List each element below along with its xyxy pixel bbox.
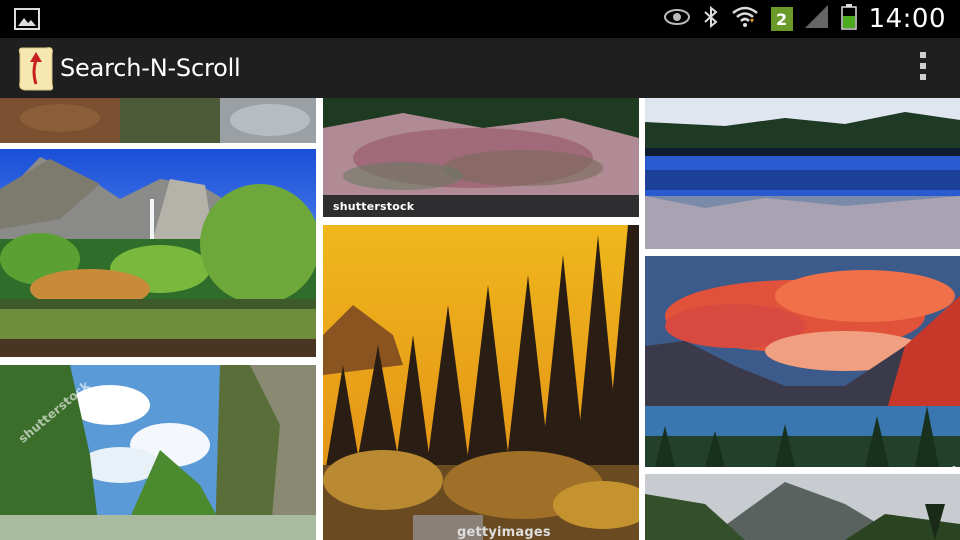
gallery-notification-icon <box>14 8 40 34</box>
action-bar: Search-N-Scroll <box>0 38 960 98</box>
wifi-icon <box>731 5 759 33</box>
battery-icon <box>840 4 857 34</box>
image-tile-blue-lake[interactable] <box>645 98 960 249</box>
signal-icon <box>804 5 829 33</box>
image-tile-yosemite[interactable] <box>0 149 316 357</box>
app-logo-icon[interactable] <box>18 44 54 96</box>
overflow-menu-icon[interactable] <box>916 52 930 86</box>
image-tile-autumn-forest[interactable]: gettyimages <box>323 225 639 540</box>
watermark-label: shutterstock <box>333 200 415 213</box>
watermark-label: gettyimages <box>457 525 551 540</box>
image-grid[interactable]: shutterstock shutterstock gettyimages <box>0 98 960 540</box>
app-title: Search-N-Scroll <box>60 54 241 82</box>
image-tile-karst-mountains[interactable]: shutterstock <box>0 365 316 540</box>
image-tile-misty-mountain[interactable] <box>645 474 960 540</box>
eye-icon <box>663 8 691 30</box>
image-tile-reflected-lake[interactable]: shutterstock <box>323 98 639 217</box>
status-bar: 2 14:00 <box>0 0 960 38</box>
image-tile-forest-floor[interactable] <box>0 98 316 143</box>
status-clock: 14:00 <box>868 4 946 34</box>
bluetooth-icon <box>703 5 719 33</box>
image-tile-red-clouds[interactable] <box>645 256 960 467</box>
sim-badge: 2 <box>770 7 793 31</box>
scrollbar-thumb[interactable] <box>952 466 956 467</box>
